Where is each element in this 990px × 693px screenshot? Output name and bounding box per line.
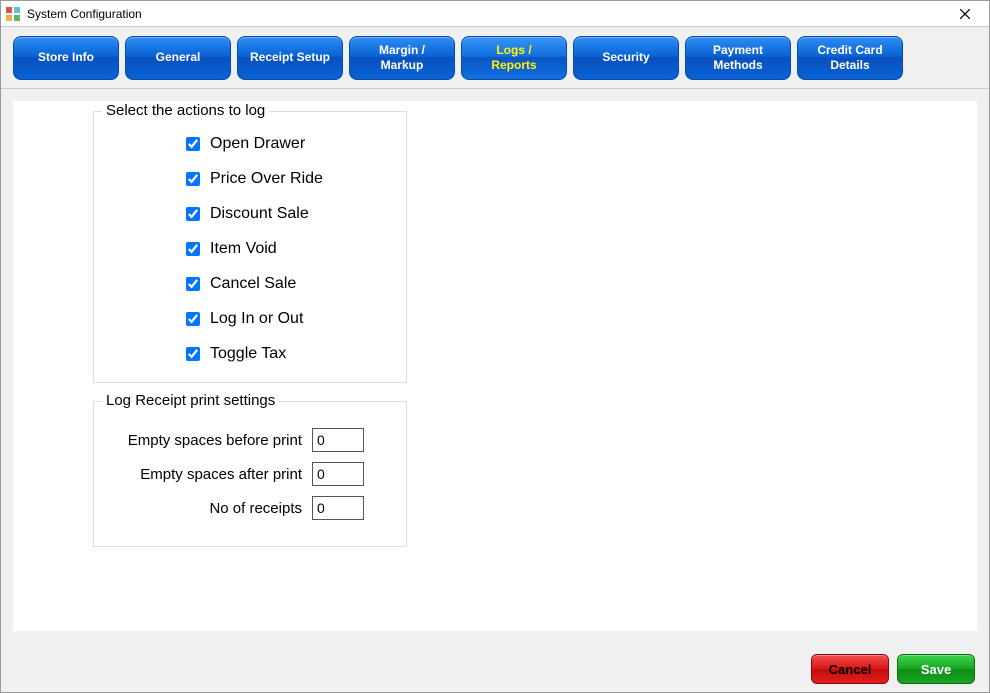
checkbox-price-override[interactable] [186, 172, 200, 186]
cancel-button[interactable]: Cancel [811, 654, 889, 684]
checkbox-log-in-out-row: Log In or Out [182, 309, 394, 329]
checkbox-price-override-row: Price Over Ride [182, 169, 394, 189]
window-title: System Configuration [27, 7, 945, 21]
tab-label: Store Info [38, 50, 94, 64]
content-area: Select the actions to log Open Drawer Pr… [1, 89, 989, 692]
actions-to-log-group: Select the actions to log Open Drawer Pr… [93, 111, 407, 383]
tab-label: Margin / Markup [379, 43, 425, 72]
checkbox-label: Log In or Out [210, 310, 303, 328]
titlebar: System Configuration [1, 1, 989, 27]
checkbox-open-drawer[interactable] [186, 137, 200, 151]
checkbox-label: Open Drawer [210, 135, 305, 153]
print-group-legend: Log Receipt print settings [102, 392, 279, 409]
input-spaces-before[interactable] [312, 428, 364, 452]
tab-payment-methods[interactable]: Payment Methods [685, 36, 791, 80]
tab-label: Security [602, 50, 649, 64]
checkbox-log-in-out[interactable] [186, 312, 200, 326]
input-no-receipts[interactable] [312, 496, 364, 520]
checkbox-label: Item Void [210, 240, 277, 258]
checkbox-label: Toggle Tax [210, 345, 286, 363]
row-spaces-before: Empty spaces before print [104, 428, 396, 452]
label-spaces-before: Empty spaces before print [104, 432, 312, 449]
checkbox-item-void-row: Item Void [182, 239, 394, 259]
tab-receipt-setup[interactable]: Receipt Setup [237, 36, 343, 80]
save-button[interactable]: Save [897, 654, 975, 684]
row-spaces-after: Empty spaces after print [104, 462, 396, 486]
system-configuration-window: System Configuration Store Info General … [0, 0, 990, 693]
label-no-receipts: No of receipts [104, 500, 312, 517]
checkbox-cancel-sale[interactable] [186, 277, 200, 291]
tab-label: Logs / Reports [491, 43, 536, 72]
checkbox-label: Price Over Ride [210, 170, 323, 188]
tab-bar: Store Info General Receipt Setup Margin … [1, 27, 989, 89]
tab-margin-markup[interactable]: Margin / Markup [349, 36, 455, 80]
button-label: Cancel [829, 662, 872, 677]
checkbox-toggle-tax-row: Toggle Tax [182, 344, 394, 364]
tab-label: Receipt Setup [250, 50, 330, 64]
tab-credit-card-details[interactable]: Credit Card Details [797, 36, 903, 80]
label-spaces-after: Empty spaces after print [104, 466, 312, 483]
checkbox-open-drawer-row: Open Drawer [182, 134, 394, 154]
input-spaces-after[interactable] [312, 462, 364, 486]
tab-label: Payment Methods [713, 43, 763, 72]
checkbox-discount-sale-row: Discount Sale [182, 204, 394, 224]
button-label: Save [921, 662, 951, 677]
checkbox-discount-sale[interactable] [186, 207, 200, 221]
checkbox-cancel-sale-row: Cancel Sale [182, 274, 394, 294]
tab-label: Credit Card Details [817, 43, 882, 72]
checkbox-toggle-tax[interactable] [186, 347, 200, 361]
tab-logs-reports[interactable]: Logs / Reports [461, 36, 567, 80]
tab-security[interactable]: Security [573, 36, 679, 80]
tab-store-info[interactable]: Store Info [13, 36, 119, 80]
tab-general[interactable]: General [125, 36, 231, 80]
row-no-receipts: No of receipts [104, 496, 396, 520]
tab-label: General [156, 50, 201, 64]
checkbox-label: Cancel Sale [210, 275, 296, 293]
log-receipt-print-group: Log Receipt print settings Empty spaces … [93, 401, 407, 547]
app-icon [5, 6, 21, 22]
footer-buttons: Cancel Save [811, 654, 975, 684]
actions-group-legend: Select the actions to log [102, 102, 269, 119]
checkbox-item-void[interactable] [186, 242, 200, 256]
close-button[interactable] [945, 2, 985, 26]
content-panel: Select the actions to log Open Drawer Pr… [13, 101, 977, 631]
checkbox-label: Discount Sale [210, 205, 309, 223]
